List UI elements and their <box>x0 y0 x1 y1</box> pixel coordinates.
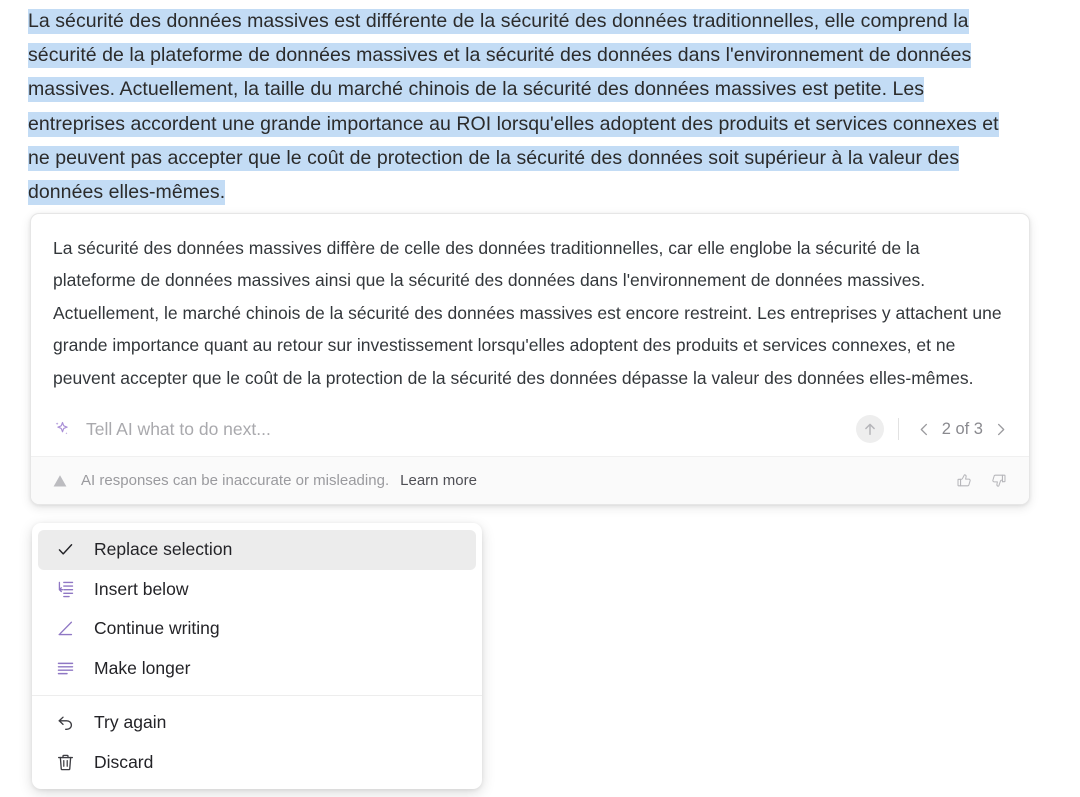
disclaimer-text: AI responses can be inaccurate or mislea… <box>81 472 390 490</box>
menu-item-discard[interactable]: Discard <box>38 743 476 783</box>
ai-result-text: La sécurité des données massives diffère… <box>53 238 1002 388</box>
menu-item-label: Make longer <box>94 657 191 678</box>
thumbs-up-icon[interactable] <box>951 468 977 494</box>
menu-item-replace-selection[interactable]: Replace selection <box>38 530 476 570</box>
result-pager: 2 of 3 <box>914 418 1011 440</box>
menu-item-make-longer[interactable]: Make longer <box>38 649 476 689</box>
warning-triangle-icon <box>51 472 69 490</box>
ai-action-menu: Replace selection Insert below Continue … <box>32 523 482 789</box>
sparkle-icon <box>51 418 73 440</box>
check-icon <box>54 539 76 561</box>
pager-label: 2 of 3 <box>941 419 983 438</box>
menu-divider <box>32 695 482 696</box>
menu-item-label: Try again <box>94 712 167 733</box>
chevron-right-icon[interactable] <box>989 418 1011 440</box>
menu-item-try-again[interactable]: Try again <box>38 703 476 743</box>
toolbar-divider <box>897 418 899 441</box>
insert-below-icon <box>54 578 76 600</box>
menu-item-label: Replace selection <box>94 539 233 560</box>
ai-disclaimer-bar: AI responses can be inaccurate or mislea… <box>31 456 1029 505</box>
editor-canvas: La sécurité des données massives est dif… <box>0 0 1080 797</box>
menu-item-label: Insert below <box>94 578 189 599</box>
selected-source-paragraph[interactable]: La sécurité des données massives est dif… <box>28 4 1018 209</box>
arrow-up-circle-icon <box>856 415 883 443</box>
ai-prompt-input[interactable] <box>86 418 856 440</box>
highlighted-text: La sécurité des données massives est dif… <box>28 9 999 206</box>
menu-item-label: Discard <box>94 751 154 772</box>
text-lines-icon <box>54 657 76 679</box>
menu-item-continue-writing[interactable]: Continue writing <box>38 609 476 649</box>
chevron-left-icon[interactable] <box>914 418 936 440</box>
menu-item-label: Continue writing <box>94 618 220 639</box>
thumbs-down-icon[interactable] <box>985 468 1011 494</box>
submit-prompt-button[interactable] <box>855 415 884 444</box>
undo-arrow-icon <box>54 712 76 734</box>
learn-more-link[interactable]: Learn more <box>400 472 477 489</box>
trash-icon <box>54 751 76 773</box>
ai-prompt-row: 2 of 3 <box>31 402 1029 456</box>
pencil-line-icon <box>54 618 76 640</box>
ai-result-card: La sécurité des données massives diffère… <box>30 213 1030 506</box>
menu-item-insert-below[interactable]: Insert below <box>38 570 476 610</box>
